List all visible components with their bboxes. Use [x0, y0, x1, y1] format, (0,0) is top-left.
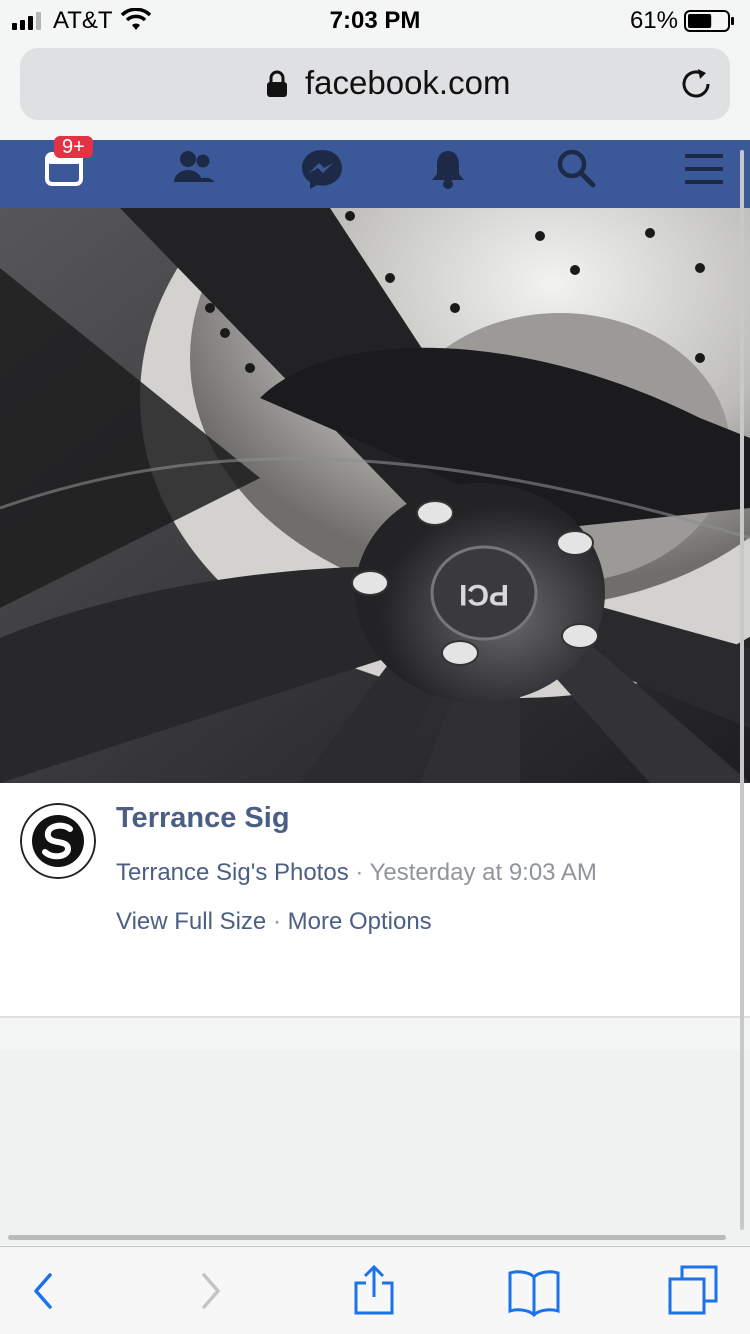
menu-icon	[685, 154, 723, 184]
screen: AT&T 7:03 PM 61% facebook.com 9+ PCI Ter…	[0, 0, 750, 1334]
meta-separator: ·	[348, 859, 370, 886]
page-background	[0, 1050, 750, 1245]
svg-text:PCI: PCI	[459, 578, 509, 611]
browser-address-bar: facebook.com	[0, 40, 750, 140]
horizontal-scrollbar[interactable]	[8, 1235, 726, 1240]
reload-icon[interactable]	[678, 66, 714, 102]
author-name-link[interactable]: Terrance Sig	[116, 802, 290, 835]
facebook-nav-bar	[0, 140, 750, 208]
lock-icon	[267, 70, 287, 97]
photo-caption-panel: Terrance Sig Terrance Sig's Photos · Yes…	[0, 783, 750, 1018]
back-icon[interactable]	[16, 1263, 72, 1319]
post-meta: Terrance Sig's Photos · Yesterday at 9:0…	[116, 859, 597, 887]
url-field[interactable]: facebook.com	[20, 48, 730, 120]
status-bar: AT&T 7:03 PM 61%	[0, 0, 750, 40]
view-full-size-link[interactable]: View Full Size	[116, 908, 266, 935]
nav-friend-requests[interactable]	[162, 144, 222, 200]
battery-icon	[684, 10, 734, 32]
battery-percent: 61%	[629, 7, 678, 34]
forward-icon[interactable]	[182, 1263, 238, 1319]
nav-search[interactable]	[546, 144, 606, 200]
wheel-photo-image: PCI	[0, 208, 750, 783]
photo-actions: View Full Size · More Options	[116, 908, 432, 936]
search-icon	[557, 149, 596, 188]
nav-messenger[interactable]	[290, 144, 350, 200]
post-photo[interactable]: PCI	[0, 208, 750, 783]
album-link[interactable]: Terrance Sig's Photos	[116, 859, 349, 886]
vertical-scrollbar[interactable]	[740, 150, 744, 1230]
url-text: facebook.com	[305, 64, 511, 101]
nav-menu[interactable]	[674, 144, 734, 200]
notification-badge: 9+	[54, 136, 93, 158]
nav-notifications[interactable]	[418, 144, 478, 200]
share-icon[interactable]	[346, 1263, 402, 1319]
browser-toolbar	[0, 1246, 750, 1334]
notifications-icon	[432, 151, 464, 189]
post-timestamp[interactable]: Yesterday at 9:03 AM	[370, 859, 597, 886]
actions-separator: ·	[266, 908, 288, 935]
more-options-link[interactable]: More Options	[288, 908, 432, 935]
messenger-icon	[302, 150, 342, 189]
tabs-icon[interactable]	[666, 1263, 722, 1319]
friend-requests-icon	[174, 151, 214, 182]
bookmarks-icon[interactable]	[506, 1263, 562, 1319]
avatar[interactable]	[20, 803, 96, 879]
